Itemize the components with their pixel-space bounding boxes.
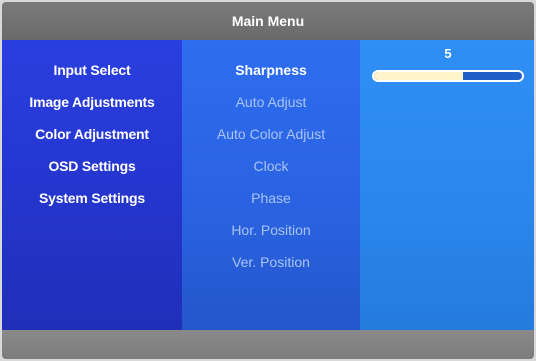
submenu-item-phase[interactable]: Phase	[182, 190, 360, 206]
submenu-item-hor-position[interactable]: Hor. Position	[182, 222, 360, 238]
menu-item-image-adjustments[interactable]: Image Adjustments	[2, 94, 182, 110]
osd-main-menu: Main Menu Input Select Image Adjustments…	[2, 2, 534, 359]
menu-title-bar: Main Menu	[2, 2, 534, 40]
menu-item-label: OSD Settings	[48, 158, 136, 174]
main-category-panel: Input Select Image Adjustments Color Adj…	[2, 40, 182, 330]
menu-item-system-settings[interactable]: System Settings	[2, 190, 182, 206]
submenu-item-label: Hor. Position	[231, 222, 311, 238]
status-bar	[2, 330, 534, 359]
submenu-item-label: Phase	[251, 190, 291, 206]
submenu-item-label: Auto Color Adjust	[216, 126, 326, 142]
menu-item-color-adjustment[interactable]: Color Adjustment	[2, 126, 182, 142]
menu-title: Main Menu	[231, 13, 305, 29]
value-panel: 5	[360, 40, 534, 330]
menu-item-input-select[interactable]: Input Select	[2, 62, 182, 78]
menu-item-osd-settings[interactable]: OSD Settings	[2, 158, 182, 174]
menu-item-label: Image Adjustments	[29, 94, 155, 110]
menu-item-label: Color Adjustment	[35, 126, 149, 142]
submenu-item-label: Clock	[253, 158, 289, 174]
submenu-item-clock[interactable]: Clock	[182, 158, 360, 174]
submenu-item-label: Sharpness	[235, 62, 307, 78]
menu-panels: Input Select Image Adjustments Color Adj…	[2, 40, 534, 330]
submenu-panel: Sharpness Auto Adjust Auto Color Adjust …	[182, 40, 360, 330]
submenu-item-auto-color-adjust[interactable]: Auto Color Adjust	[182, 126, 360, 142]
submenu-item-label: Auto Adjust	[235, 94, 307, 110]
submenu-item-sharpness[interactable]: Sharpness	[182, 62, 360, 78]
submenu-item-auto-adjust[interactable]: Auto Adjust	[182, 94, 360, 110]
submenu-item-ver-position[interactable]: Ver. Position	[182, 254, 360, 270]
menu-item-label: Input Select	[53, 62, 131, 78]
submenu-item-label: Ver. Position	[232, 254, 310, 270]
slider-fill	[374, 72, 463, 80]
menu-item-label: System Settings	[39, 190, 145, 206]
sharpness-value: 5	[444, 46, 452, 61]
sharpness-slider[interactable]	[372, 70, 524, 82]
